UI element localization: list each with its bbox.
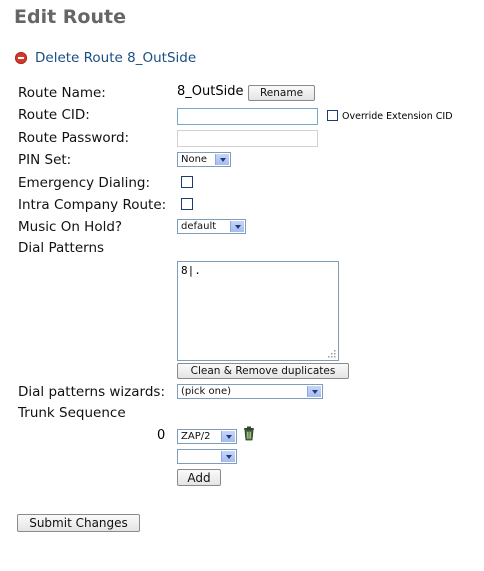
override-cid-checkbox[interactable] — [327, 110, 338, 121]
music-on-hold-select[interactable]: default — [177, 219, 246, 234]
pin-set-label: PIN Set: — [18, 152, 72, 168]
delete-route-link[interactable]: Delete Route 8_OutSide — [15, 50, 196, 66]
intra-company-checkbox[interactable] — [181, 198, 193, 210]
rename-button[interactable]: Rename — [248, 85, 315, 101]
chevron-down-icon[interactable] — [221, 451, 235, 462]
delete-route-label[interactable]: Delete Route 8_OutSide — [35, 50, 196, 66]
chevron-down-icon[interactable] — [307, 386, 321, 397]
chevron-down-icon[interactable] — [215, 154, 229, 165]
trunk-value: ZAP/2 — [181, 431, 211, 442]
trunk-sequence-label: Trunk Sequence — [18, 405, 126, 421]
dial-wizard-value: (pick one) — [181, 386, 232, 397]
route-password-input[interactable] — [177, 130, 318, 147]
dial-patterns-label: Dial Patterns — [18, 240, 105, 256]
emergency-dialing-label: Emergency Dialing: — [18, 175, 151, 191]
route-cid-input[interactable] — [177, 108, 318, 125]
dial-wizard-select[interactable]: (pick one) — [177, 384, 323, 399]
trunk-select-new[interactable] — [177, 449, 237, 464]
pin-set-value: None — [181, 154, 208, 165]
chevron-down-icon[interactable] — [221, 431, 235, 442]
route-password-label: Route Password: — [18, 130, 130, 146]
music-on-hold-label: Music On Hold? — [18, 219, 123, 235]
route-name-value: 8_OutSide — [177, 84, 244, 99]
trash-icon[interactable] — [241, 425, 257, 441]
clean-duplicates-button[interactable]: Clean & Remove duplicates — [177, 363, 349, 379]
trunk-index: 0 — [157, 428, 166, 443]
submit-changes-button[interactable]: Submit Changes — [17, 514, 140, 532]
emergency-dialing-checkbox[interactable] — [181, 176, 193, 188]
resize-grip-icon[interactable] — [324, 348, 336, 358]
chevron-down-icon[interactable] — [230, 221, 244, 232]
pin-set-select[interactable]: None — [177, 152, 231, 167]
page-title: Edit Route — [14, 6, 126, 28]
dial-wizard-label: Dial patterns wizards: — [18, 384, 166, 400]
dial-patterns-textarea[interactable]: 8|. — [177, 261, 339, 361]
add-trunk-button[interactable]: Add — [177, 469, 221, 486]
delete-icon[interactable] — [15, 52, 27, 64]
music-on-hold-value: default — [181, 221, 217, 232]
trunk-select-0[interactable]: ZAP/2 — [177, 429, 237, 444]
route-cid-label: Route CID: — [18, 107, 90, 123]
route-name-label: Route Name: — [18, 85, 106, 101]
override-cid-label: Override Extension CID — [342, 111, 453, 122]
intra-company-label: Intra Company Route: — [18, 197, 167, 213]
